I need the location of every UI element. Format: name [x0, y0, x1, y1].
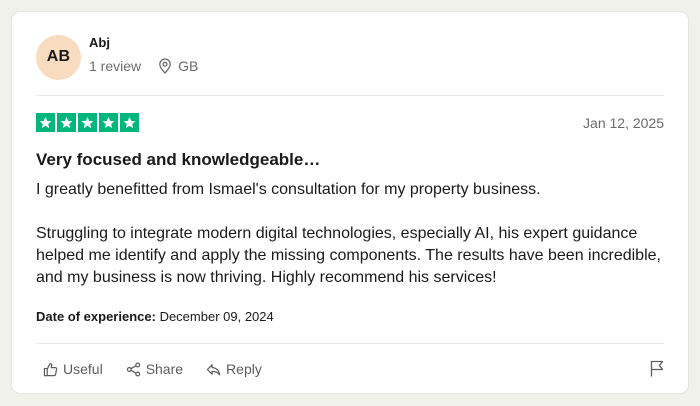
review-paragraph: Struggling to integrate modern digital t… [36, 225, 661, 286]
share-label: Share [145, 361, 184, 377]
reply-button[interactable]: Reply [206, 361, 262, 377]
review-paragraph: I greatly benefitted from Ismael's consu… [36, 181, 541, 198]
reviewer-header: AB Abj 1 review GB [36, 34, 198, 80]
thumbs-up-icon [43, 362, 58, 376]
review-count: 1 review [89, 57, 142, 74]
flag-icon [650, 360, 664, 377]
star-icon [78, 113, 97, 132]
review-card: AB Abj 1 review GB Jan 12, 2025 Very foc… [11, 11, 689, 394]
header-divider [36, 95, 664, 96]
report-button[interactable] [650, 360, 664, 377]
reviewer-name[interactable]: Abj [89, 35, 198, 50]
star-icon [57, 113, 76, 132]
reply-label: Reply [226, 361, 262, 377]
share-icon [126, 362, 140, 376]
reviewer-meta: 1 review GB [89, 58, 198, 74]
experience-label: Date of experience: [36, 309, 156, 324]
star-rating [36, 113, 139, 132]
experience-date: December 09, 2024 [159, 309, 274, 324]
star-icon [99, 113, 118, 132]
reviewer-info: Abj 1 review GB [89, 35, 198, 74]
useful-button[interactable]: Useful [43, 361, 103, 377]
review-body: I greatly benefitted from Ismael's consu… [36, 179, 672, 289]
share-button[interactable]: Share [126, 361, 183, 377]
review-date: Jan 12, 2025 [583, 115, 664, 131]
avatar[interactable]: AB [36, 34, 81, 80]
useful-label: Useful [63, 361, 103, 377]
review-title[interactable]: Very focused and knowledgeable… [36, 150, 320, 170]
footer-divider [36, 343, 664, 344]
review-actions: Useful Share Reply [43, 361, 285, 377]
star-icon [36, 113, 55, 132]
date-of-experience: Date of experience: December 09, 2024 [36, 309, 274, 324]
location-pin-icon [158, 57, 172, 74]
star-icon [120, 113, 139, 132]
reply-icon [206, 363, 221, 375]
reviewer-country: GB [178, 57, 199, 74]
